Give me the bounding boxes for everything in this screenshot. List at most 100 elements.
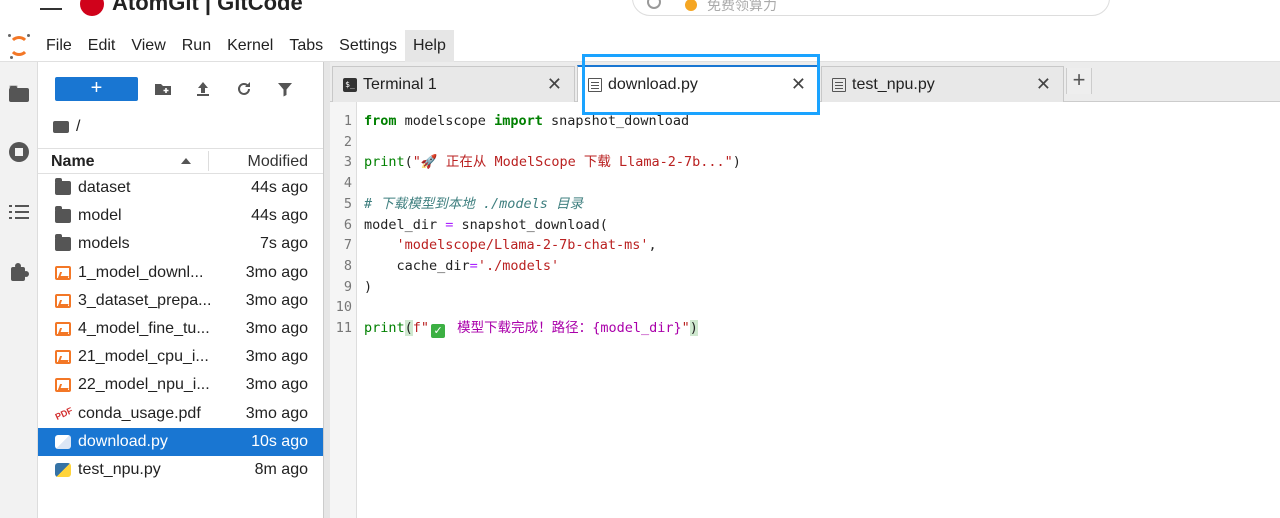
line-number: 3 [343,154,352,171]
string-literal: './models' [477,257,560,274]
running-sessions-icon[interactable] [9,142,29,162]
folder-icon [55,178,71,195]
notebook-icon [55,265,71,280]
file-modified: 44s ago [251,179,308,196]
menu-file[interactable]: File [38,30,80,62]
file-row-conda-usage-pdf[interactable]: PDF conda_usage.pdf 3mo ago [38,400,323,428]
tab-test-npu-py[interactable]: test_npu.py ✕ [821,66,1064,102]
search-placeholder: 免费领算力 [707,0,777,13]
check-mark-icon: ✓ [431,324,446,338]
code-text: snapshot_download [542,113,690,129]
menu-help[interactable]: Help [404,29,454,62]
line-number: 1 [343,113,352,129]
code-editor[interactable]: 1 from modelscope import snapshot_downloa… [330,102,1280,518]
line-number: 5 [343,195,352,212]
string-literal: " [681,320,690,336]
file-name: conda_usage.pdf [78,404,201,422]
search-icon [647,0,661,9]
file-modified: 3mo ago [245,291,308,309]
builtin-function: print [364,320,405,336]
file-browser-folder-icon[interactable] [9,84,29,104]
folder-icon [55,206,71,224]
new-launcher-button[interactable]: + [55,77,138,101]
tab-label: download.py [608,76,698,93]
menu-tabs[interactable]: Tabs [281,30,331,62]
file-modified: 44s ago [251,207,308,225]
file-name: 22_model_npu_i... [78,376,210,394]
file-name: models [78,235,130,253]
column-separator[interactable] [208,151,209,171]
keyword: from [364,113,397,129]
code-text: model_dir [364,216,438,233]
pdf-icon: PDF [53,404,75,422]
file-row-3-dataset-prepare[interactable]: 3_dataset_prepa... 3mo ago [38,287,323,315]
site-brand[interactable]: AtomGit | GitCode [80,0,303,17]
file-list: dataset 44s ago model 44s ago models 7s ago… [38,174,323,484]
menu-edit[interactable]: Edit [80,30,124,62]
file-row-model[interactable]: model 44s ago [38,202,323,230]
file-row-dataset[interactable]: dataset 44s ago [38,174,323,202]
file-row-1-model-download[interactable]: 1_model_downl... 3mo ago [38,259,323,287]
file-row-models[interactable]: models 7s ago [38,230,323,258]
python-icon [55,434,71,449]
fstring-placeholder: {model_dir} [592,320,682,336]
line-number: 9 [343,278,352,295]
notebook-icon [55,293,71,308]
file-modified: 3mo ago [245,376,308,394]
notebook-icon [55,378,71,393]
column-modified[interactable]: Modified [248,153,308,171]
flame-icon [685,0,697,11]
string-literal: "🚀 正在从 ModelScope 下载 Llama-2-7b..." [412,154,733,171]
file-row-4-model-fine-tune[interactable]: 4_model_fine_tu... 3mo ago [38,315,323,343]
line-number: 8 [343,257,352,274]
file-modified: 3mo ago [245,319,308,337]
file-modified: 7s ago [259,235,308,253]
operator: = [437,216,462,233]
file-icon [832,78,846,92]
file-row-22-model-npu[interactable]: 22_model_npu_i... 3mo ago [38,371,323,399]
code-text: ( [404,320,413,336]
builtin-function: print [364,154,405,171]
hamburger-icon[interactable] [40,0,62,10]
extension-puzzle-icon[interactable] [9,262,29,282]
file-modified: 3mo ago [245,348,308,366]
close-icon[interactable]: ✕ [1036,74,1051,95]
file-name: download.py [78,432,168,450]
brand-text: AtomGit | GitCode [112,0,303,15]
string-literal: f" [412,320,430,336]
menu-view[interactable]: View [123,30,173,62]
file-name: 3_dataset_prepa... [78,291,212,309]
tab-terminal-1[interactable]: $_ Terminal 1 ✕ [332,66,575,102]
new-tab-plus-icon[interactable]: + [1066,68,1092,94]
keyword: import [494,113,543,129]
notebook-icon [55,321,71,336]
file-modified: 10s ago [251,432,308,450]
filter-icon[interactable] [276,80,294,98]
tab-download-py[interactable]: download.py ✕ [577,65,819,102]
menu-settings[interactable]: Settings [331,30,405,62]
browser-top-strip: AtomGit | GitCode 免费领算力 [0,0,1280,30]
file-row-21-model-cpu[interactable]: 21_model_cpu_i... 3mo ago [38,343,323,371]
breadcrumb[interactable]: / [53,117,80,137]
column-name[interactable]: Name [51,153,95,171]
code-text: ( [404,154,413,171]
file-name: dataset [78,179,131,196]
terminal-icon: $_ [343,78,357,92]
close-icon[interactable]: ✕ [547,74,562,95]
python-icon [55,462,71,477]
home-folder-icon [53,121,69,133]
menu-run[interactable]: Run [174,30,219,62]
panel-splitter[interactable] [323,62,330,518]
file-row-download-py[interactable]: download.py 10s ago [38,427,323,456]
site-search-input[interactable]: 免费领算力 [632,0,1110,16]
new-folder-icon[interactable] [154,80,172,98]
sort-ascending-icon [181,158,191,164]
upload-icon[interactable] [194,80,212,98]
atomgit-logo-icon [80,0,104,17]
menu-kernel[interactable]: Kernel [219,30,281,62]
table-of-contents-icon[interactable] [9,202,29,222]
close-icon[interactable]: ✕ [791,74,806,95]
file-row-test-npu-py[interactable]: test_npu.py 8m ago [38,456,323,484]
refresh-icon[interactable] [235,80,253,98]
file-modified: 3mo ago [245,404,308,422]
